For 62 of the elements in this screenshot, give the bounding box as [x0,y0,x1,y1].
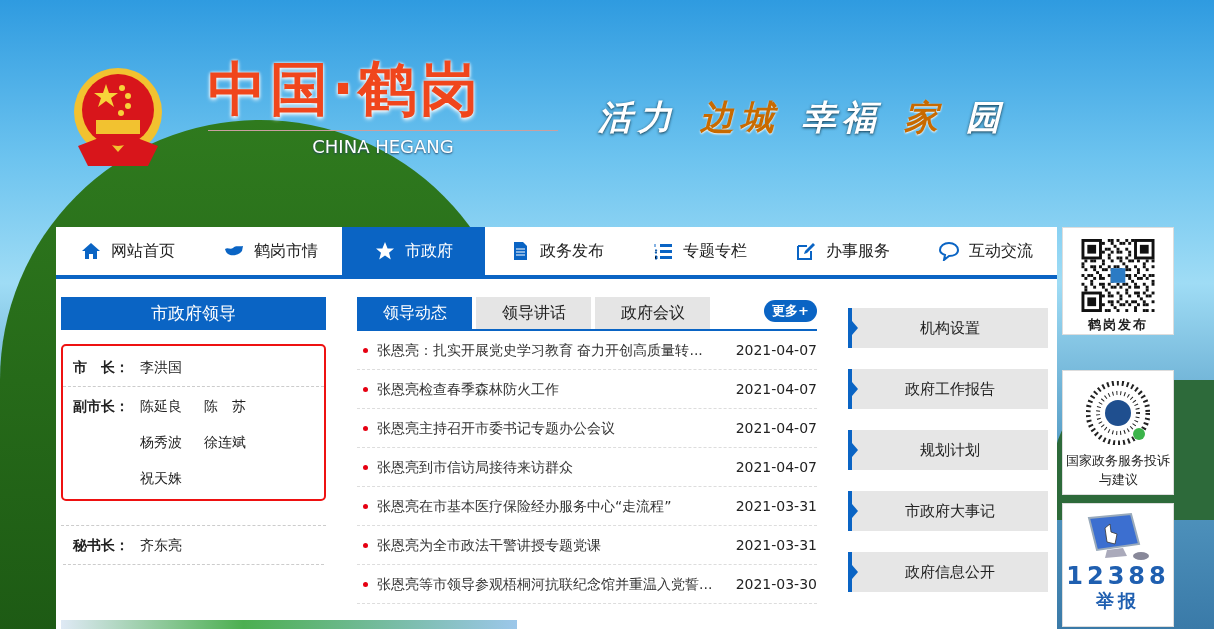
side-card[interactable]: 国家政务服务投诉与建议 [1062,370,1174,495]
bullet-icon [363,542,368,548]
mini-program-code [1086,381,1150,445]
list-icon [652,241,673,261]
slogan-text: 幸福 [802,96,882,139]
site-subtitle: CHINA HEGANG [312,135,454,159]
leader-name: 李洪国 [140,358,183,377]
card-caption: 鹤岗发布 [1088,316,1148,334]
news-date: 2021-04-07 [735,418,817,438]
leader-name: 祝天姝 [140,469,183,488]
site-title: 中国·鹤岗 [208,54,484,124]
slogan-text: 家 [904,96,944,139]
bullet-icon [363,386,368,392]
star-icon [374,241,395,261]
bullet-icon [363,464,368,470]
news-tab[interactable]: 政府会议 [595,297,710,329]
news-tab[interactable]: 领导讲话 [476,297,591,329]
news-date: 2021-03-31 [735,496,817,516]
news-link[interactable]: 张恩亮主持召开市委书记专题办公会议 [377,417,615,439]
role-label: 市 长： [73,358,130,377]
news-date: 2021-03-31 [735,535,817,555]
slogan-text: 活力 [598,96,678,139]
leader-name: 陈 苏 [204,397,247,416]
news-date: 2021-03-30 [735,574,817,594]
quick-link[interactable]: 规划计划 [848,430,1048,470]
slogan-text: 园 [966,96,1006,139]
role-label: 副市长： [73,397,130,416]
more-button[interactable]: 更多+ [764,300,817,322]
leader-name: 陈延良 [140,397,183,416]
news-link[interactable]: 张恩亮在市基本医疗保险经办服务中心“走流程” [377,495,672,517]
news-date: 2021-04-07 [735,379,817,399]
bullet-icon [363,503,368,509]
quick-link[interactable]: 机构设置 [848,308,1048,348]
bullet-icon [363,347,368,353]
card-caption: 举报 [1096,590,1140,612]
bullet-icon [363,581,368,587]
news-tab[interactable]: 领导动态 [357,297,472,329]
news-link[interactable]: 张恩亮等市领导参观梧桐河抗联纪念馆并重温入党誓... [377,573,713,595]
side-card[interactable]: 12388 举报 [1062,503,1174,627]
section-title: 市政府领导 [61,297,326,330]
side-card[interactable]: 鹤岗发布 [1062,227,1174,335]
quick-link[interactable]: 政府工作报告 [848,369,1048,409]
leader-name: 杨秀波 [140,433,183,452]
home-icon [80,241,101,261]
slogan-text: 边城 [700,96,780,139]
leader-name: 徐连斌 [204,433,247,452]
news-date: 2021-04-07 [735,340,817,360]
news-link[interactable]: 张恩亮为全市政法干警讲授专题党课 [377,534,601,556]
nav-tab[interactable]: 市政府 [342,227,485,275]
quick-link[interactable]: 市政府大事记 [848,491,1048,531]
speech-bubble-icon [938,241,959,261]
leader-name: 齐东亮 [140,536,183,555]
news-date: 2021-04-07 [735,457,817,477]
news-link[interactable]: 张恩亮检查春季森林防火工作 [377,378,559,400]
card-caption: 国家政务服务投诉与建议 [1065,452,1171,489]
news-link[interactable]: 张恩亮到市信访局接待来访群众 [377,456,573,478]
bullet-icon [363,425,368,431]
quick-link[interactable]: 政府信息公开 [848,552,1048,592]
hotline-number: 12388 [1066,562,1170,590]
news-link[interactable]: 张恩亮：扎实开展党史学习教育 奋力开创高质量转... [377,339,703,361]
edit-icon [795,241,816,261]
role-label: 秘书长： [73,536,130,555]
